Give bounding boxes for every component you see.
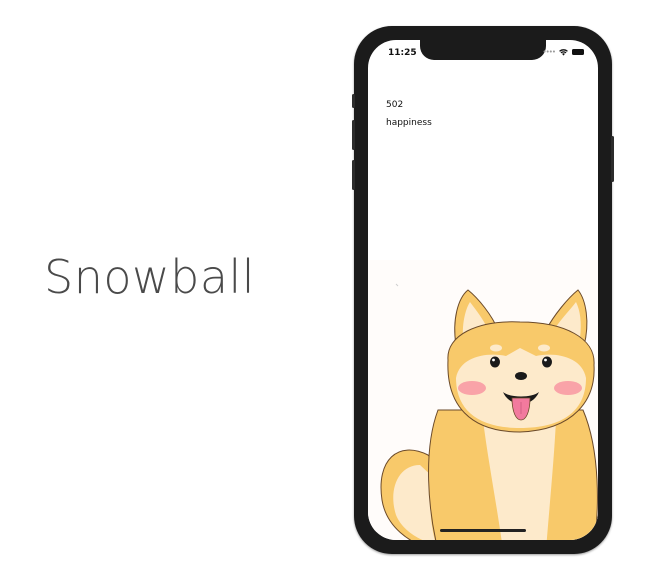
status-time: 11:25 xyxy=(388,48,417,58)
happiness-score: 502 xyxy=(386,100,404,110)
happiness-label: happiness xyxy=(386,118,432,128)
volume-up-button xyxy=(352,120,355,150)
phone-frame: 11:25 •••• 502 happiness xyxy=(352,26,614,554)
pet-area[interactable] xyxy=(368,260,598,540)
home-indicator[interactable] xyxy=(440,529,526,532)
power-button xyxy=(611,136,614,182)
stage: Snowball 11:25 •••• 502 happiness xyxy=(0,0,658,584)
silent-switch xyxy=(352,94,355,108)
battery-icon xyxy=(572,49,584,55)
status-icons: •••• xyxy=(542,48,584,56)
shiba-dog-icon[interactable] xyxy=(368,260,598,540)
phone-screen: 11:25 •••• 502 happiness xyxy=(368,40,598,540)
volume-down-button xyxy=(352,160,355,190)
wifi-icon xyxy=(559,48,568,56)
app-title: Snowball xyxy=(44,250,256,304)
notch xyxy=(420,40,546,60)
cellular-dots-icon: •••• xyxy=(542,48,555,56)
